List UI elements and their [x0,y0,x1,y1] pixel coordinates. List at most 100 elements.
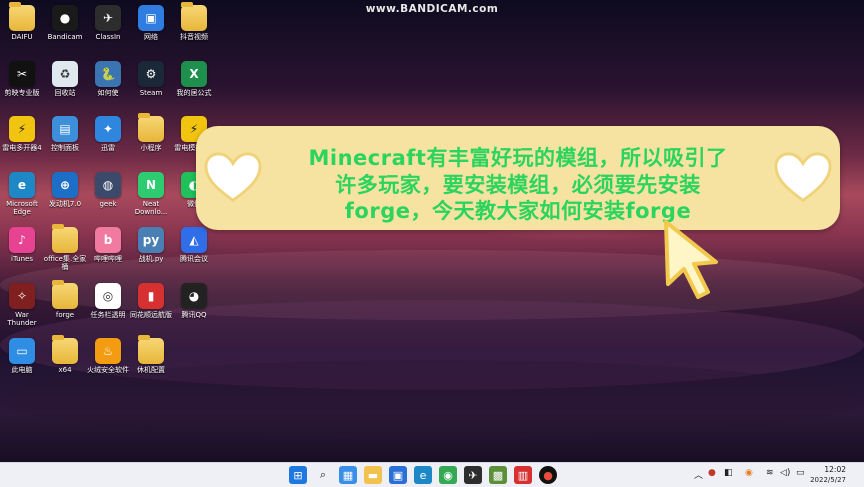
clock-date: 2022/5/27 [810,476,846,484]
cursor-arrow-icon [664,220,718,299]
app-icon: ⊕ [52,171,78,198]
desktop-icon-label: 发动机7.0 [48,199,82,208]
geek-icon: ◍ [95,171,121,198]
desktop-icon[interactable]: ● Bandicam [42,5,88,41]
itunes-icon: ♪ [9,227,35,253]
desktop-icon[interactable]: 小程序 [128,113,174,152]
desktop-icon[interactable]: ⚙ Steam [128,60,174,97]
desktop-icon[interactable]: ◎ 任务栏透明 [85,282,131,319]
desktop-icon-label: 同花顺远航版 [130,310,172,319]
desktop-icon[interactable]: ✈ ClassIn [85,5,131,41]
widgets-icon[interactable]: ▦ [339,466,357,484]
bandicam-icon[interactable]: ● [539,466,557,484]
desktop-icon[interactable]: X 我的居公式 [171,60,217,97]
store-icon[interactable]: ▣ [389,466,407,484]
calendar-app-icon[interactable]: ▥ [514,466,532,484]
capcut-icon: ✂ [9,60,35,87]
chrome-icon[interactable]: ◉ [439,466,457,484]
desktop-icon-label: War Thunder [7,310,37,327]
desktop-icon[interactable]: ▣ 网络 [128,5,174,41]
translucenttb-icon: ◎ [95,282,121,309]
desktop-icon-label: geek [99,199,117,208]
volume-icon[interactable]: ◁) [780,468,790,478]
control-panel-icon: ▤ [52,116,78,142]
battery-icon[interactable]: ▭ [796,468,805,478]
desktop-icon[interactable]: b 哔哩哔哩 [85,227,131,263]
desktop-icon[interactable]: ▭ 此电脑 [0,338,45,374]
desktop-icon[interactable]: ✧ War Thunder [0,282,45,327]
desktop-icon[interactable]: 休机配置 [128,335,174,374]
tutorial-banner: Minecraft有丰富好玩的模组，所以吸引了 许多玩家，要安装模组，必须要先安… [196,126,840,230]
folder-icon [181,2,207,31]
desktop-icon-label: 回收站 [54,88,76,97]
network-icon: ▣ [138,5,164,31]
desktop-icon-label: iTunes [11,255,33,263]
folder-icon [52,224,78,253]
python-icon: 🐍 [95,60,121,87]
desktop-icon[interactable]: ⊕ 发动机7.0 [42,171,88,208]
nvidia-tray-icon[interactable]: ◧ [724,468,733,478]
steam-icon: ⚙ [138,60,164,87]
desktop-icon-label: 哔哩哔哩 [94,255,122,263]
edge-icon[interactable]: e [414,466,432,484]
desktop-icon-label: 战机.py [138,255,164,263]
app-tray-icon[interactable]: ◉ [745,468,753,478]
desktop-icon[interactable]: ◭ 腾讯会议 [171,227,217,263]
desktop-icon[interactable]: ▤ 控制面板 [42,116,88,152]
desktop-icon[interactable]: ⚡ 雷电多开器4 [0,116,45,152]
desktop-icon-label: 小程序 [140,144,162,152]
ldmulti-icon: ⚡ [9,116,35,142]
desktop-icon[interactable]: x64 [42,335,88,374]
desktop-icon-label: Steam [139,88,163,97]
app-icon[interactable]: ✈ [464,466,482,484]
excel-icon: X [181,60,207,87]
desktop-icon-label: 迅雷 [101,144,115,152]
desktop-icon[interactable]: ✦ 迅雷 [85,116,131,152]
desktop-icon[interactable]: ✂ 剪映专业版 [0,60,45,97]
clock[interactable]: 12:02 2022/5/27 [810,465,846,485]
file-explorer-icon[interactable]: ▬ [364,466,382,484]
windows-start-icon[interactable]: ⊞ [289,466,307,484]
tonghuashun-icon: ▮ [138,282,164,309]
banner-line: Minecraft有丰富好玩的模组，所以吸引了 [308,146,728,170]
desktop-icon[interactable]: ◕ 腾讯QQ [171,282,217,319]
desktop-icon-label: 此电脑 [11,366,33,374]
chevron-up-icon[interactable]: ︿ [694,468,703,481]
desktop-icon-label: office集.全家 桶 [43,255,87,271]
xunlei-icon: ✦ [95,116,121,142]
folder-icon [9,2,35,31]
desktop-icon[interactable]: ◍ geek [85,171,131,208]
desktop-icon[interactable]: office集.全家 桶 [42,224,88,271]
desktop-icon-label: ClassIn [95,33,121,41]
recycle-bin-icon: ♻ [52,60,78,87]
desktop-icon[interactable]: DAIFU [0,2,45,41]
huorong-icon: ♨ [95,338,121,364]
desktop-icon-label: 腾讯会议 [180,255,208,263]
taskbar: ⊞ ⌕ ▦ ▬ ▣ e ◉ ✈ ▩ ▥ ● ︿ ● ◧ ◉ ≋ ◁) ▭ 12:02 2022/5/… [0,462,864,487]
desktop-icon[interactable]: e Microsoft Edge [0,171,45,216]
edge-icon: e [9,171,35,198]
neat-download-icon: N [138,171,164,198]
search-icon[interactable]: ⌕ [314,466,332,484]
classin-icon: ✈ [95,5,121,31]
wifi-icon[interactable]: ≋ [766,468,774,478]
desktop-icon[interactable]: ♻ 回收站 [42,60,88,97]
bilibili-icon: b [95,227,121,253]
desktop-icon[interactable]: ♨ 火绒安全软件 [85,338,131,374]
desktop-icon[interactable]: forge [42,279,88,319]
desktop-icon[interactable]: N Neat Downlo... [128,171,174,216]
desktop-icon-label: 火绒安全软件 [87,366,129,374]
desktop-icon-label: 抖音视频 [180,33,208,41]
folder-icon [52,279,78,309]
desktop-icon-label: 控制面板 [51,144,79,152]
desktop-icon[interactable]: py 战机.py [128,227,174,263]
desktop-icon[interactable]: ♪ iTunes [0,227,45,263]
desktop-icon[interactable]: 抖音视频 [171,2,217,41]
minecraft-icon[interactable]: ▩ [489,466,507,484]
bandicam-tray-icon[interactable]: ● [708,468,716,478]
desktop-icon[interactable]: ▮ 同花顺远航版 [128,282,174,319]
python-file-icon: py [138,227,164,253]
tencent-meeting-icon: ◭ [181,227,207,253]
desktop-icon-label: 雷电多开器4 [2,144,42,152]
desktop-icon[interactable]: 🐍 如何使 [85,60,131,97]
